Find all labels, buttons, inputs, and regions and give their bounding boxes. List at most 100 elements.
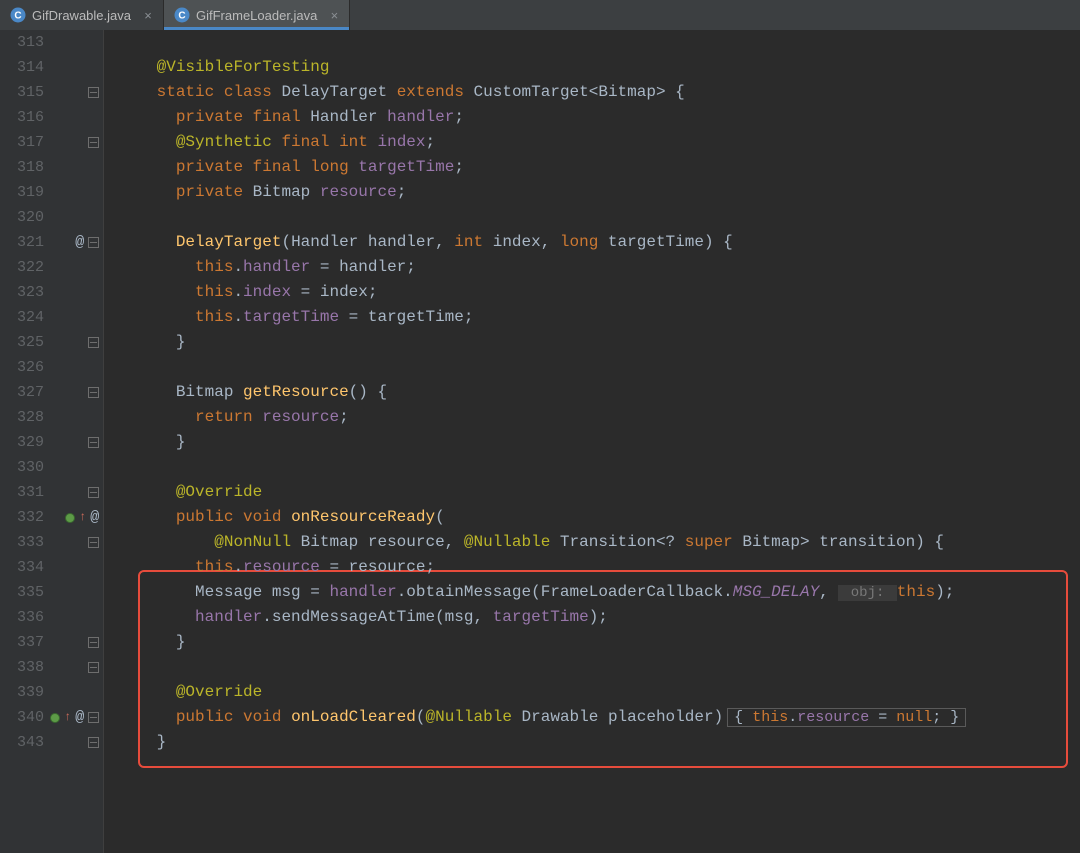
line-number: 319	[17, 180, 44, 205]
gutter-row	[50, 480, 103, 505]
at-icon: @	[75, 705, 84, 730]
code-line[interactable]: static class DelayTarget extends CustomT…	[118, 80, 1080, 105]
line-number: 315	[17, 80, 44, 105]
code-line[interactable]: Bitmap getResource() {	[118, 380, 1080, 405]
code-line[interactable]: handler.sendMessageAtTime(msg, targetTim…	[118, 605, 1080, 630]
tab-bar-gap	[350, 0, 1080, 30]
fold-icon[interactable]	[88, 437, 99, 448]
code-line[interactable]: @Override	[118, 680, 1080, 705]
tab-bar: C GifDrawable.java × C GifFrameLoader.ja…	[0, 0, 1080, 30]
line-number: 313	[17, 30, 44, 55]
gutter-row	[50, 430, 103, 455]
tab-label: GifFrameLoader.java	[196, 8, 317, 23]
code-line[interactable]	[118, 655, 1080, 680]
fold-icon[interactable]	[88, 387, 99, 398]
line-number: 314	[17, 55, 44, 80]
code-line[interactable]: public void onResourceReady(	[118, 505, 1080, 530]
line-number: 324	[17, 305, 44, 330]
gutter-row	[50, 55, 103, 80]
editor-area: 3133143153163173183193203213223233243253…	[0, 30, 1080, 853]
code-line[interactable]: Message msg = handler.obtainMessage(Fram…	[118, 580, 1080, 605]
line-number: 331	[17, 480, 44, 505]
fold-icon[interactable]	[88, 662, 99, 673]
line-number: 337	[17, 630, 44, 655]
gutter-row	[50, 180, 103, 205]
line-number: 322	[17, 255, 44, 280]
line-number: 323	[17, 280, 44, 305]
code-line[interactable]: this.resource = resource;	[118, 555, 1080, 580]
svg-text:C: C	[178, 11, 185, 22]
code-line[interactable]: }	[118, 330, 1080, 355]
gutter-row	[50, 630, 103, 655]
gutter-row	[50, 80, 103, 105]
code-line[interactable]: public void onLoadCleared(@Nullable Draw…	[118, 705, 1080, 730]
gutter-row	[50, 680, 103, 705]
at-icon: @	[75, 230, 84, 255]
code-line[interactable]: }	[118, 630, 1080, 655]
override-icon[interactable]	[50, 713, 60, 723]
close-icon[interactable]: ×	[141, 8, 155, 22]
line-number: 316	[17, 105, 44, 130]
gutter-row	[50, 405, 103, 430]
code-line[interactable]: this.targetTime = targetTime;	[118, 305, 1080, 330]
gutter-row	[50, 605, 103, 630]
tab-gifframeloader[interactable]: C GifFrameLoader.java ×	[164, 0, 350, 30]
code-line[interactable]: @Override	[118, 480, 1080, 505]
gutter-row: ↑@	[50, 505, 103, 530]
gutter-row	[50, 105, 103, 130]
line-number: 328	[17, 405, 44, 430]
gutter-row	[50, 530, 103, 555]
line-number: 333	[17, 530, 44, 555]
code-line[interactable]: return resource;	[118, 405, 1080, 430]
fold-icon[interactable]	[88, 237, 99, 248]
gutter: 3133143153163173183193203213223233243253…	[0, 30, 104, 853]
line-number: 339	[17, 680, 44, 705]
code-line[interactable]: }	[118, 430, 1080, 455]
code-line[interactable]: @NonNull Bitmap resource, @Nullable Tran…	[118, 530, 1080, 555]
gutter-row: @	[50, 230, 103, 255]
gutter-row	[50, 205, 103, 230]
code-line[interactable]: @Synthetic final int index;	[118, 130, 1080, 155]
gutter-row	[50, 30, 103, 55]
line-number: 317	[17, 130, 44, 155]
fold-icon[interactable]	[88, 337, 99, 348]
fold-icon[interactable]	[88, 637, 99, 648]
code-line[interactable]	[118, 205, 1080, 230]
code-line[interactable]: private final Handler handler;	[118, 105, 1080, 130]
gutter-row	[50, 305, 103, 330]
code-line[interactable]: private final long targetTime;	[118, 155, 1080, 180]
fold-icon[interactable]	[88, 537, 99, 548]
fold-icon[interactable]	[88, 737, 99, 748]
line-number: 327	[17, 380, 44, 405]
code-editor[interactable]: @VisibleForTesting static class DelayTar…	[104, 30, 1080, 853]
line-number: 320	[17, 205, 44, 230]
gutter-row	[50, 730, 103, 755]
at-icon: @	[90, 505, 99, 530]
code-line[interactable]: }	[118, 730, 1080, 755]
code-line[interactable]	[118, 355, 1080, 380]
close-icon[interactable]: ×	[327, 8, 341, 22]
line-number: 336	[17, 605, 44, 630]
fold-icon[interactable]	[88, 712, 99, 723]
code-line[interactable]	[118, 30, 1080, 55]
code-line[interactable]: this.handler = handler;	[118, 255, 1080, 280]
gutter-row	[50, 355, 103, 380]
code-line[interactable]	[118, 455, 1080, 480]
code-line[interactable]: @VisibleForTesting	[118, 55, 1080, 80]
fold-icon[interactable]	[88, 87, 99, 98]
fold-icon[interactable]	[88, 137, 99, 148]
tab-gifdrawable[interactable]: C GifDrawable.java ×	[0, 0, 164, 30]
fold-icon[interactable]	[88, 487, 99, 498]
code-line[interactable]: private Bitmap resource;	[118, 180, 1080, 205]
line-number: 321	[17, 230, 44, 255]
line-number: 338	[17, 655, 44, 680]
line-number: 340	[17, 705, 44, 730]
code-line[interactable]: DelayTarget(Handler handler, int index, …	[118, 230, 1080, 255]
line-number: 326	[17, 355, 44, 380]
code-line[interactable]: this.index = index;	[118, 280, 1080, 305]
gutter-row	[50, 380, 103, 405]
gutter-markers: @↑@↑@	[50, 30, 103, 853]
override-icon[interactable]	[65, 513, 75, 523]
gutter-row	[50, 455, 103, 480]
up-arrow-icon: ↑	[64, 705, 71, 730]
